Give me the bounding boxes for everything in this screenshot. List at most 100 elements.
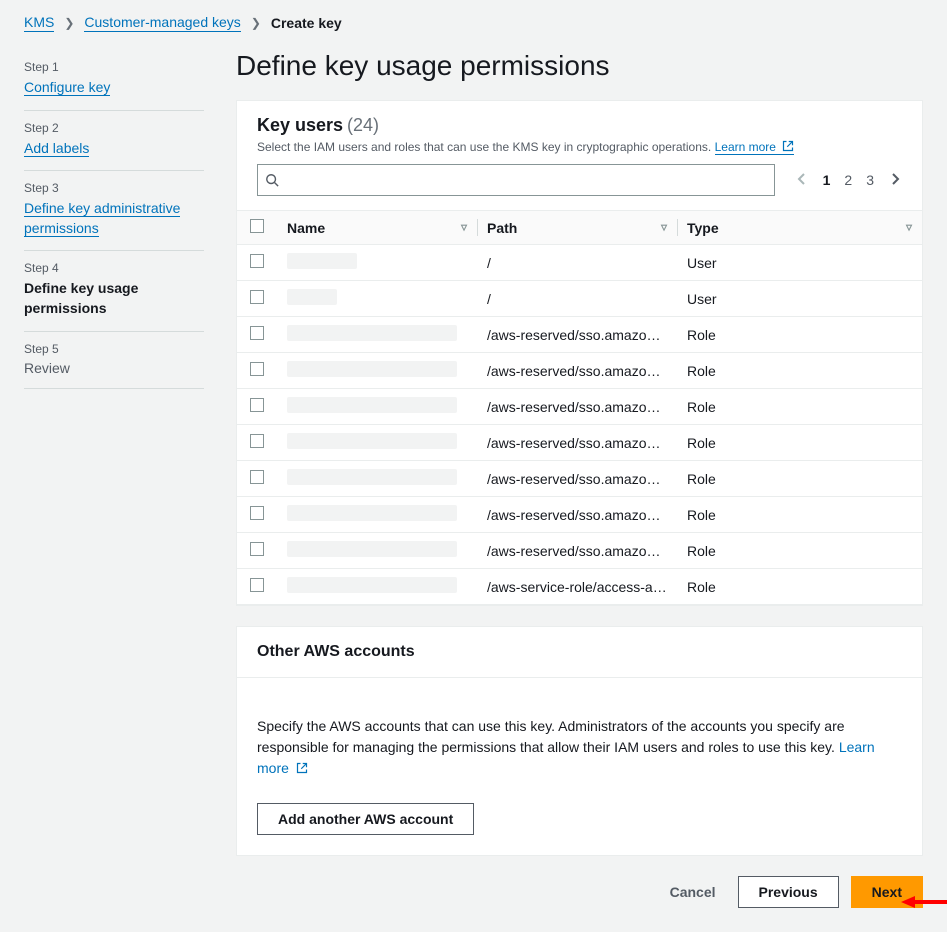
step-link[interactable]: Add labels	[24, 140, 89, 157]
wizard-footer: Cancel Previous Next	[236, 876, 923, 908]
col-name[interactable]: Name	[277, 211, 477, 245]
search-icon	[265, 173, 279, 187]
cancel-button[interactable]: Cancel	[660, 884, 726, 900]
row-checkbox[interactable]	[250, 470, 264, 484]
cell-type: Role	[677, 317, 922, 353]
name-redacted	[287, 253, 357, 269]
step-label: Step 4	[24, 261, 204, 275]
step-title: Define key usage permissions	[24, 279, 204, 318]
cell-path: /aws-reserved/sso.amazonaws…	[477, 497, 677, 533]
wizard-sidebar: Step 1Configure keyStep 2Add labelsStep …	[24, 50, 204, 908]
page-2[interactable]: 2	[844, 172, 852, 188]
key-users-table: Name Path Type /User/User/aws-reserved/s…	[237, 210, 922, 605]
cell-type: Role	[677, 569, 922, 605]
step-link[interactable]: Define key administrative permissions	[24, 200, 180, 237]
wizard-step[interactable]: Step 1 Configure key	[24, 50, 204, 111]
annotation-arrow	[901, 892, 947, 912]
wizard-step[interactable]: Step 3 Define key administrative permissi…	[24, 171, 204, 251]
step-link[interactable]: Configure key	[24, 79, 110, 96]
cell-type: Role	[677, 461, 922, 497]
name-redacted	[287, 577, 457, 593]
row-checkbox[interactable]	[250, 326, 264, 340]
breadcrumb-customer-keys[interactable]: Customer-managed keys	[84, 14, 240, 32]
table-row: /aws-reserved/sso.amazonaws…Role	[237, 425, 922, 461]
select-all-checkbox[interactable]	[250, 219, 264, 233]
step-label: Step 3	[24, 181, 204, 195]
cell-path: /	[477, 245, 677, 281]
name-redacted	[287, 397, 457, 413]
cell-type: Role	[677, 533, 922, 569]
chevron-right-icon: ❯	[251, 16, 261, 30]
page-1[interactable]: 1	[823, 172, 831, 188]
search-field	[257, 164, 775, 196]
cell-path: /aws-reserved/sso.amazonaws…	[477, 461, 677, 497]
search-input[interactable]	[257, 164, 775, 196]
col-type[interactable]: Type	[677, 211, 922, 245]
breadcrumb-kms[interactable]: KMS	[24, 14, 54, 32]
table-row: /aws-reserved/sso.amazonaws…Role	[237, 389, 922, 425]
other-accounts-panel: Other AWS accounts Specify the AWS accou…	[236, 626, 923, 856]
name-redacted	[287, 541, 457, 557]
add-account-button[interactable]: Add another AWS account	[257, 803, 474, 835]
cell-path: /aws-service-role/access-analy…	[477, 569, 677, 605]
other-accounts-desc: Specify the AWS accounts that can use th…	[257, 716, 902, 779]
cell-path: /aws-reserved/sso.amazonaws…	[477, 533, 677, 569]
table-row: /aws-reserved/sso.amazonaws…Role	[237, 497, 922, 533]
learn-more-link[interactable]: Learn more	[715, 140, 795, 155]
col-path[interactable]: Path	[477, 211, 677, 245]
external-link-icon	[782, 140, 794, 152]
pagination: 1 2 3	[795, 170, 902, 191]
table-row: /aws-reserved/sso.amazonaws…Role	[237, 317, 922, 353]
row-checkbox[interactable]	[250, 398, 264, 412]
other-accounts-title: Other AWS accounts	[257, 643, 415, 660]
key-users-desc: Select the IAM users and roles that can …	[257, 140, 902, 154]
cell-path: /	[477, 281, 677, 317]
cell-path: /aws-reserved/sso.amazonaws…	[477, 425, 677, 461]
main-content: Define key usage permissions Key users (…	[236, 50, 923, 908]
breadcrumb: KMS ❯ Customer-managed keys ❯ Create key	[24, 14, 923, 32]
cell-type: User	[677, 281, 922, 317]
key-users-count: (24)	[347, 115, 379, 135]
step-label: Step 5	[24, 342, 204, 356]
table-row: /aws-reserved/sso.amazonaws…Role	[237, 533, 922, 569]
name-redacted	[287, 289, 337, 305]
row-checkbox[interactable]	[250, 578, 264, 592]
row-checkbox[interactable]	[250, 362, 264, 376]
row-checkbox[interactable]	[250, 290, 264, 304]
cell-path: /aws-reserved/sso.amazonaws…	[477, 389, 677, 425]
row-checkbox[interactable]	[250, 542, 264, 556]
row-checkbox[interactable]	[250, 506, 264, 520]
step-title: Review	[24, 360, 204, 376]
wizard-step: Step 4 Define key usage permissions	[24, 251, 204, 331]
breadcrumb-current: Create key	[271, 15, 342, 31]
page-next[interactable]	[888, 170, 902, 191]
step-label: Step 2	[24, 121, 204, 135]
cell-type: Role	[677, 425, 922, 461]
chevron-right-icon: ❯	[64, 16, 74, 30]
cell-type: Role	[677, 497, 922, 533]
table-row: /aws-reserved/sso.amazonaws…Role	[237, 353, 922, 389]
cell-path: /aws-reserved/sso.amazonaws…	[477, 317, 677, 353]
name-redacted	[287, 325, 457, 341]
row-checkbox[interactable]	[250, 254, 264, 268]
key-users-title: Key users	[257, 115, 343, 135]
table-row: /User	[237, 281, 922, 317]
previous-button[interactable]: Previous	[738, 876, 839, 908]
page-title: Define key usage permissions	[236, 50, 923, 82]
cell-type: User	[677, 245, 922, 281]
table-row: /User	[237, 245, 922, 281]
table-row: /aws-service-role/access-analy…Role	[237, 569, 922, 605]
page-3[interactable]: 3	[866, 172, 874, 188]
external-link-icon	[296, 762, 308, 774]
name-redacted	[287, 505, 457, 521]
wizard-step: Step 5 Review	[24, 332, 204, 389]
step-label: Step 1	[24, 60, 204, 74]
name-redacted	[287, 433, 457, 449]
name-redacted	[287, 469, 457, 485]
cell-type: Role	[677, 353, 922, 389]
wizard-step[interactable]: Step 2 Add labels	[24, 111, 204, 172]
page-prev[interactable]	[795, 170, 809, 191]
row-checkbox[interactable]	[250, 434, 264, 448]
table-row: /aws-reserved/sso.amazonaws…Role	[237, 461, 922, 497]
key-users-panel: Key users (24) Select the IAM users and …	[236, 100, 923, 606]
